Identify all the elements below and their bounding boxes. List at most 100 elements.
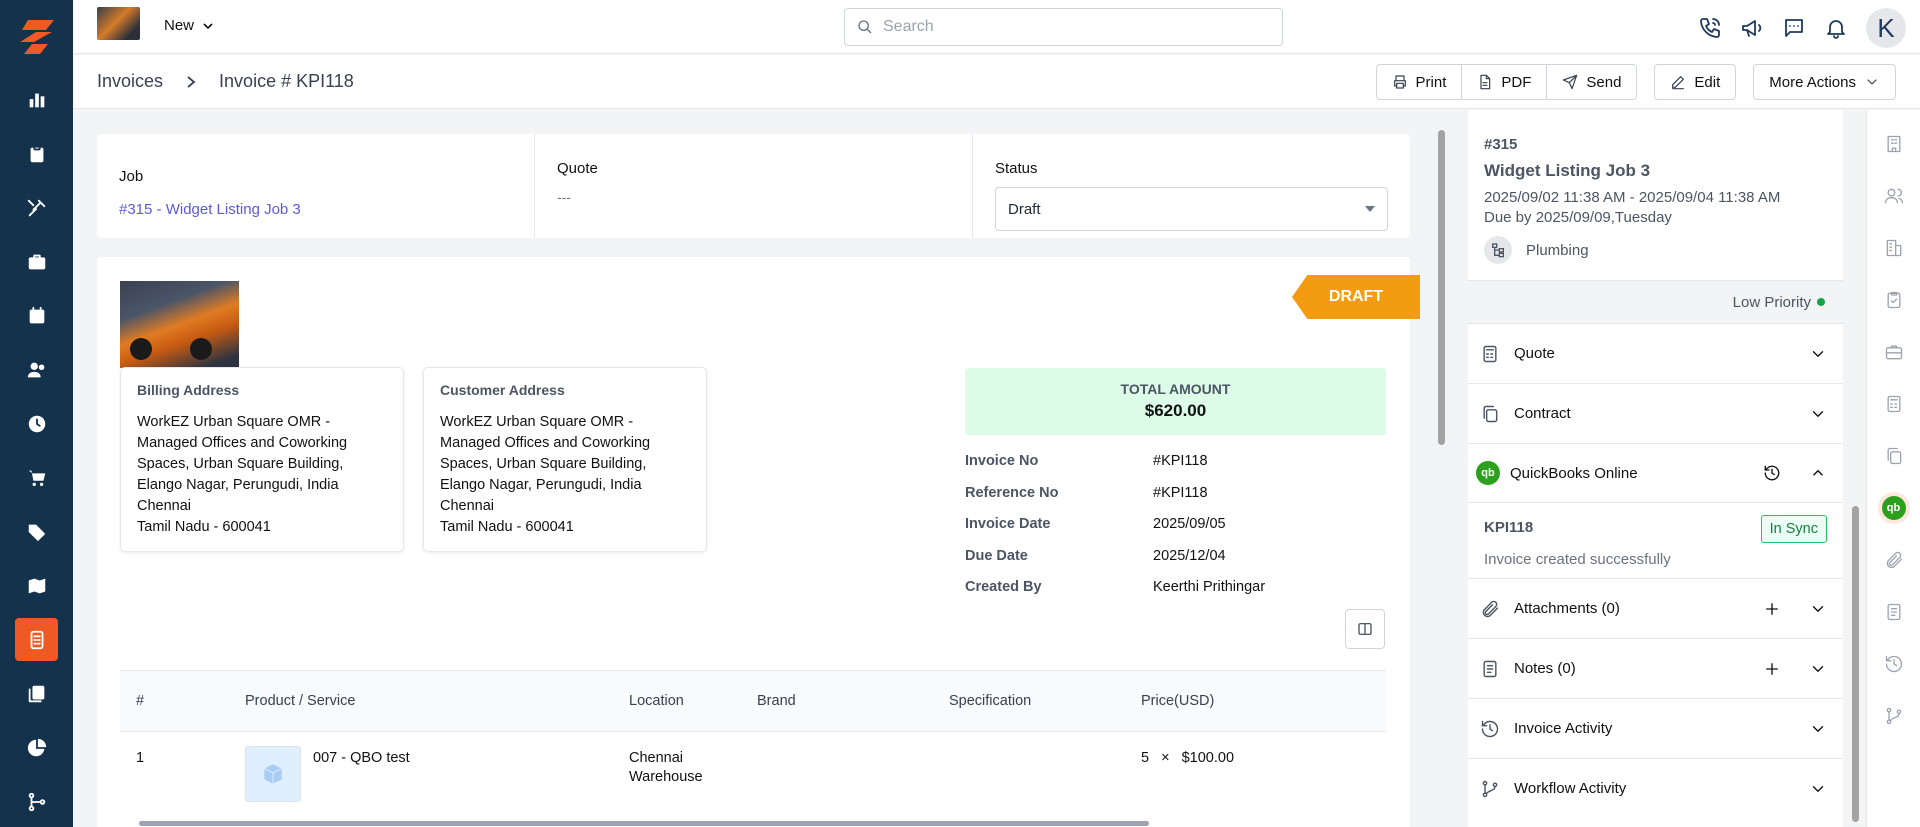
horizontal-scrollbar[interactable] bbox=[97, 821, 1410, 827]
job-label: Job bbox=[119, 168, 144, 185]
send-icon bbox=[1563, 74, 1578, 90]
main-vertical-scrollbar[interactable] bbox=[1435, 110, 1447, 827]
rail-copy-icon[interactable] bbox=[1878, 440, 1910, 472]
job-link[interactable]: #315 - Widget Listing Job 3 bbox=[119, 201, 512, 218]
rail-clipboard-check-icon[interactable] bbox=[1878, 284, 1910, 316]
company-logo-thumbnail[interactable] bbox=[97, 7, 140, 40]
workflow-activity-section[interactable]: Workflow Activity bbox=[1468, 758, 1843, 818]
plus-icon[interactable] bbox=[1763, 660, 1781, 678]
history-icon[interactable] bbox=[1763, 464, 1781, 482]
rail-company-icon[interactable] bbox=[1878, 232, 1910, 264]
customer-address-title: Customer Address bbox=[440, 382, 565, 398]
right-icon-rail: qb bbox=[1866, 110, 1920, 827]
column-settings-button[interactable] bbox=[1345, 609, 1385, 649]
nav-workflow-icon[interactable] bbox=[15, 780, 58, 823]
nav-dashboard-icon[interactable] bbox=[15, 78, 58, 121]
rail-notes-icon[interactable] bbox=[1878, 596, 1910, 628]
phone-icon[interactable] bbox=[1698, 16, 1722, 40]
location-line: Chennai bbox=[629, 750, 684, 766]
rail-calculator-icon[interactable] bbox=[1878, 388, 1910, 420]
rail-workflow-icon[interactable] bbox=[1878, 700, 1910, 732]
rail-briefcase-icon[interactable] bbox=[1878, 336, 1910, 368]
nav-cart-icon[interactable] bbox=[15, 456, 58, 499]
rail-history-icon[interactable] bbox=[1878, 648, 1910, 680]
quickbooks-icon: qb bbox=[1476, 461, 1500, 485]
chevron-down-icon[interactable] bbox=[1809, 780, 1827, 798]
rail-paperclip-icon[interactable] bbox=[1878, 544, 1910, 576]
plus-icon[interactable] bbox=[1763, 600, 1781, 618]
quickbooks-section[interactable]: qb QuickBooks Online bbox=[1468, 443, 1843, 503]
nav-map-icon[interactable] bbox=[15, 564, 58, 607]
chevron-down-icon[interactable] bbox=[1809, 405, 1827, 423]
avatar[interactable]: K bbox=[1866, 8, 1906, 48]
invoice-activity-section[interactable]: Invoice Activity bbox=[1468, 698, 1843, 758]
meta-value: #KPI118 bbox=[1153, 453, 1208, 469]
edit-button[interactable]: Edit bbox=[1654, 64, 1737, 100]
chat-icon[interactable] bbox=[1782, 16, 1806, 40]
panel-vertical-scrollbar[interactable] bbox=[1849, 110, 1861, 827]
pdf-button[interactable]: PDF bbox=[1461, 65, 1546, 99]
megaphone-icon[interactable] bbox=[1740, 16, 1764, 40]
billing-address-card: Billing Address WorkEZ Urban Square OMR … bbox=[120, 367, 404, 552]
bell-icon[interactable] bbox=[1824, 16, 1848, 40]
meta-row: Invoice Date 2025/09/05 bbox=[965, 516, 1386, 548]
nav-briefcase-icon[interactable] bbox=[15, 240, 58, 283]
nav-clipboard-icon[interactable] bbox=[15, 132, 58, 175]
attachments-section-title: Attachments (0) bbox=[1514, 600, 1620, 617]
nav-calendar-icon[interactable] bbox=[15, 294, 58, 337]
status-select[interactable]: Draft bbox=[995, 187, 1388, 231]
contract-section[interactable]: Contract bbox=[1468, 383, 1843, 443]
scrollbar-thumb[interactable] bbox=[1852, 506, 1859, 822]
meta-row: Due Date 2025/12/04 bbox=[965, 548, 1386, 580]
table-row[interactable]: 1 007 - QBO test Chennai Warehouse 5 × $… bbox=[120, 732, 1386, 822]
search-input[interactable]: Search bbox=[844, 8, 1283, 46]
product-cell: 007 - QBO test bbox=[245, 746, 629, 802]
customer-address-line: Tamil Nadu - 600041 bbox=[440, 519, 574, 535]
breadcrumb-invoices-link[interactable]: Invoices bbox=[97, 71, 163, 92]
pdf-label: PDF bbox=[1501, 73, 1532, 91]
chevron-down-icon[interactable] bbox=[1809, 660, 1827, 678]
job-info: #315 Widget Listing Job 3 2025/09/02 11:… bbox=[1468, 110, 1843, 323]
nav-reports-icon[interactable] bbox=[15, 726, 58, 769]
nav-invoice-icon[interactable] bbox=[15, 618, 58, 661]
logo-icon bbox=[19, 20, 54, 54]
nav-documents-icon[interactable] bbox=[15, 672, 58, 715]
quote-section[interactable]: Quote bbox=[1468, 323, 1843, 383]
chevron-down-icon[interactable] bbox=[1809, 720, 1827, 738]
nav-clock-icon[interactable] bbox=[15, 402, 58, 445]
meta-row: Created By Keerthi Prithingar bbox=[965, 579, 1386, 611]
export-button-group: Print PDF Send bbox=[1375, 64, 1638, 100]
app-logo[interactable] bbox=[17, 16, 57, 56]
meta-value: 2025/09/05 bbox=[1153, 516, 1226, 532]
print-button[interactable]: Print bbox=[1377, 65, 1462, 99]
rail-users-icon[interactable] bbox=[1878, 180, 1910, 212]
nav-users-icon[interactable] bbox=[15, 348, 58, 391]
chevron-up-icon[interactable] bbox=[1809, 464, 1827, 482]
new-dropdown[interactable]: New bbox=[164, 17, 214, 34]
nav-tag-icon[interactable] bbox=[15, 510, 58, 553]
rail-quickbooks-icon[interactable]: qb bbox=[1877, 492, 1910, 524]
rail-building-icon[interactable] bbox=[1878, 128, 1910, 160]
chevron-down-icon[interactable] bbox=[1809, 345, 1827, 363]
attachments-section[interactable]: Attachments (0) bbox=[1468, 578, 1843, 638]
meta-key: Due Date bbox=[965, 547, 1028, 564]
scrollbar-thumb[interactable] bbox=[139, 821, 1149, 826]
product-name: 007 - QBO test bbox=[313, 750, 410, 766]
column-header: Price(USD) bbox=[1141, 693, 1215, 709]
send-button[interactable]: Send bbox=[1546, 65, 1636, 99]
billing-address-line: Spaces, Urban Square Building, bbox=[137, 456, 344, 472]
priority-label: Low Priority bbox=[1732, 293, 1811, 311]
notes-section[interactable]: Notes (0) bbox=[1468, 638, 1843, 698]
notes-icon bbox=[1483, 660, 1497, 677]
chevron-down-icon[interactable] bbox=[1809, 600, 1827, 618]
meta-value: Keerthi Prithingar bbox=[1153, 579, 1266, 595]
print-label: Print bbox=[1415, 73, 1447, 91]
category-label: Plumbing bbox=[1526, 241, 1589, 259]
edit-icon bbox=[1672, 76, 1685, 90]
nav-tools-icon[interactable] bbox=[15, 186, 58, 229]
scrollbar-thumb[interactable] bbox=[1438, 130, 1445, 445]
line-items-table: # Product / Service Location Brand Speci… bbox=[120, 670, 1386, 822]
more-actions-button[interactable]: More Actions bbox=[1753, 64, 1896, 100]
job-title[interactable]: Widget Listing Job 3 bbox=[1484, 161, 1827, 181]
invoice-activity-title: Invoice Activity bbox=[1514, 720, 1613, 737]
